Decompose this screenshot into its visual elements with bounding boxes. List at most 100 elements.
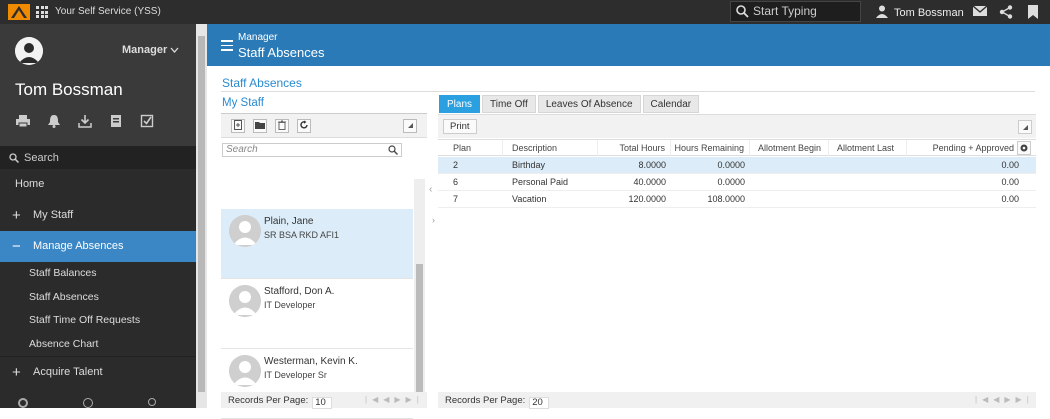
download-icon[interactable]	[78, 114, 94, 130]
top-bar: Your Self Service (YSS) Start Typing Tom…	[0, 0, 1050, 24]
staff-card[interactable]: Plain, Jane SR BSA RKD AFI1	[221, 209, 413, 279]
table-row[interactable]: 2 Birthday 8.0000 0.0000 0.00	[438, 157, 1036, 174]
scrollbar-thumb[interactable]	[198, 36, 205, 392]
sidebar-item-label: Acquire Talent	[33, 366, 103, 378]
panel-splitter-handle[interactable]: ‹	[429, 184, 432, 195]
column-header-allotment-last[interactable]: Allotment Last	[829, 140, 907, 156]
print-button[interactable]: Print	[443, 119, 477, 134]
staff-search-input[interactable]: Search	[222, 143, 402, 157]
column-header-pending-approved[interactable]: Pending + Approved	[907, 140, 1016, 156]
column-header-allotment-begin[interactable]: Allotment Begin	[750, 140, 829, 156]
sidebar: Manager Tom Bossman Search Home + My Staf…	[0, 24, 196, 408]
open-folder-icon[interactable]	[253, 119, 267, 133]
expand-icon: +	[12, 364, 21, 381]
pager-arrows-icon[interactable]: |◀◀▶▶|	[975, 395, 1034, 404]
sidebar-subitem-time-off-requests[interactable]: Staff Time Off Requests	[0, 309, 196, 333]
header-section: Manager	[238, 32, 278, 43]
divider	[221, 91, 1035, 92]
tab-calendar[interactable]: Calendar	[642, 95, 700, 113]
print-icon[interactable]	[16, 114, 32, 130]
staff-title: SR BSA RKD AFI1	[264, 230, 340, 240]
tab-time-off[interactable]: Time Off	[482, 95, 536, 113]
sidebar-subitem-absence-chart[interactable]: Absence Chart	[0, 332, 196, 356]
new-document-icon[interactable]	[231, 119, 245, 133]
search-icon	[736, 5, 749, 18]
staff-title: IT Developer Sr	[264, 370, 327, 380]
hamburger-menu-icon[interactable]	[221, 40, 233, 54]
table-row[interactable]: 6 Personal Paid 40.0000 0.0000 0.00	[438, 174, 1036, 191]
column-settings-gear-icon[interactable]	[1017, 141, 1031, 155]
refresh-icon[interactable]	[297, 119, 311, 133]
document-icon[interactable]	[109, 114, 125, 130]
row-expand-icon[interactable]: ›	[432, 215, 435, 225]
records-per-page-label: Records Per Page:	[445, 395, 526, 406]
records-per-page-input[interactable]: 20	[529, 397, 550, 409]
staff-pagination: Records Per Page: 10 |◀◀▶▶|	[221, 392, 427, 409]
search-icon	[388, 145, 398, 155]
column-header-plan[interactable]: Plan	[438, 140, 503, 156]
staff-toolbar	[221, 114, 427, 138]
gear-icon[interactable]	[18, 398, 28, 408]
help-icon[interactable]	[83, 398, 93, 408]
key-icon[interactable]	[148, 398, 156, 406]
search-icon	[9, 153, 19, 163]
cell-pending-approved: 0.00	[1001, 177, 1019, 187]
sidebar-item-acquire-talent[interactable]: + Acquire Talent	[0, 356, 196, 387]
expand-panel-icon[interactable]	[1018, 120, 1032, 134]
sidebar-footer-icons	[18, 398, 156, 408]
mail-icon[interactable]	[973, 5, 987, 17]
cell-pending-approved: 0.00	[1001, 194, 1019, 204]
scrollbar-thumb[interactable]	[416, 264, 423, 392]
cell-total-hours: 120.0000	[628, 194, 666, 204]
share-icon[interactable]	[999, 5, 1013, 19]
apps-grid-icon[interactable]	[36, 6, 48, 18]
column-header-description[interactable]: Description	[503, 140, 598, 156]
sidebar-subitem-staff-absences[interactable]: Staff Absences	[0, 285, 196, 309]
staff-name: Stafford, Don A.	[264, 286, 335, 297]
tab-leaves-of-absence[interactable]: Leaves Of Absence	[537, 95, 641, 113]
trash-icon[interactable]	[275, 119, 289, 133]
records-per-page-label: Records Per Page:	[228, 395, 309, 406]
sidebar-search[interactable]: Search	[0, 146, 196, 169]
chevron-down-icon	[170, 47, 179, 53]
column-header-total-hours[interactable]: Total Hours	[598, 140, 671, 156]
tab-bar: Plans Time Off Leaves Of Absence Calenda…	[439, 95, 700, 113]
sidebar-subitem-staff-balances[interactable]: Staff Balances	[0, 262, 196, 286]
staff-list-scrollbar[interactable]	[414, 179, 425, 406]
staff-name: Westerman, Kevin K.	[264, 356, 358, 367]
plans-pagination: Records Per Page: 20 |◀◀▶▶|	[438, 392, 1036, 409]
bell-icon[interactable]	[47, 114, 63, 130]
records-per-page-input[interactable]: 10	[312, 397, 333, 409]
cell-description: Birthday	[512, 160, 546, 170]
column-header-hours-remaining[interactable]: Hours Remaining	[671, 140, 750, 156]
plans-toolbar: Print	[438, 114, 1036, 138]
sidebar-item-home[interactable]: Home	[0, 169, 196, 200]
cell-plan: 6	[453, 177, 459, 187]
user-icon	[876, 5, 888, 18]
cell-hours-remaining: 0.0000	[717, 160, 745, 170]
avatar[interactable]	[15, 37, 43, 65]
expand-icon: +	[12, 207, 21, 224]
expand-panel-icon[interactable]	[403, 119, 417, 133]
pager-arrows-icon[interactable]: |◀◀▶▶|	[365, 395, 424, 404]
profile-name: Tom Bossman	[15, 80, 123, 99]
tab-plans[interactable]: Plans	[439, 95, 481, 113]
sidebar-item-label: My Staff	[33, 209, 74, 221]
sidebar-item-label: Manage Absences	[33, 240, 124, 252]
bookmark-icon[interactable]	[1028, 5, 1038, 19]
sidebar-scrollbar[interactable]	[196, 24, 207, 408]
app-title: Your Self Service (YSS)	[55, 6, 161, 17]
cell-description: Personal Paid	[512, 177, 569, 187]
checkbox-icon[interactable]	[140, 114, 156, 130]
cell-total-hours: 8.0000	[638, 160, 666, 170]
role-selector[interactable]: Manager	[122, 44, 179, 56]
staff-card[interactable]: Stafford, Don A. IT Developer	[221, 279, 413, 349]
sidebar-item-manage-absences[interactable]: − Manage Absences	[0, 231, 196, 262]
global-search-input[interactable]: Start Typing	[730, 1, 861, 22]
table-header: Plan Description Total Hours Hours Remai…	[438, 139, 1036, 156]
table-row[interactable]: 7 Vacation 120.0000 108.0000 0.00	[438, 191, 1036, 208]
avatar	[229, 285, 261, 317]
sidebar-item-my-staff[interactable]: + My Staff	[0, 200, 196, 231]
user-menu[interactable]: Tom Bossman	[876, 5, 964, 19]
avatar	[229, 215, 261, 247]
